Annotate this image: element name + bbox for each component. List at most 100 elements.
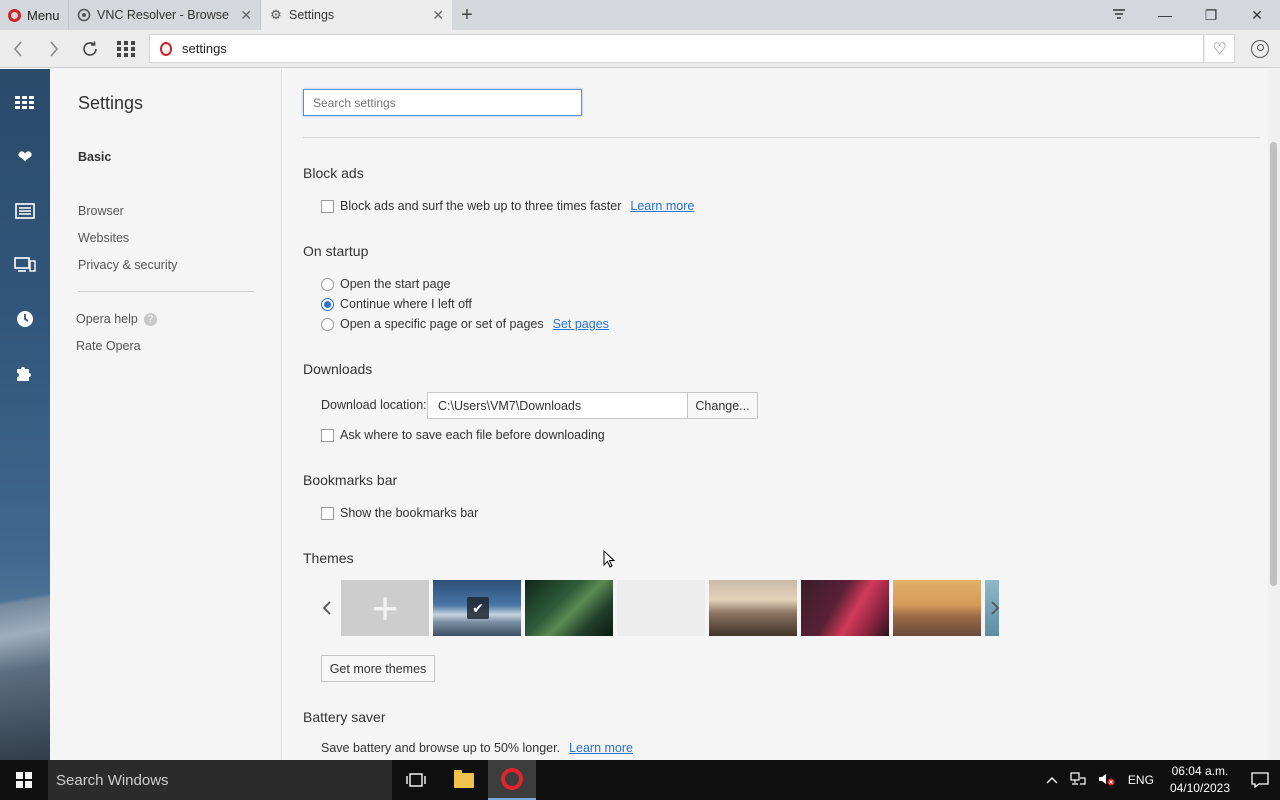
startup-option-row: Open a specific page or set of pages Set… [321,317,609,331]
theme-thumbnail-mountain-blue[interactable]: ✔ [433,580,521,636]
show-bookmarks-bar-label: Show the bookmarks bar [340,506,479,520]
tab-bar: Menu VNC Resolver - Browse ✕ ⚙ Settings … [0,0,1280,30]
reload-button[interactable] [72,30,108,68]
theme-thumbnail-red-abstract[interactable] [801,580,889,636]
battery-saver-row: Save battery and browse up to 50% longer… [321,741,633,755]
history-clock-icon[interactable] [13,307,37,331]
bookmark-heart-icon[interactable]: ♡ [1205,34,1235,63]
profile-button[interactable] [1246,34,1274,63]
themes-prev-chevron-icon[interactable] [317,580,337,636]
devices-icon[interactable] [13,253,37,277]
opera-menu-button[interactable]: Menu [0,0,68,30]
restore-button[interactable]: ❐ [1188,0,1234,30]
opera-taskbar-icon[interactable] [488,760,536,800]
system-tray: ENG 06:04 a.m. 04/10/2023 [1040,760,1280,800]
tab-title: VNC Resolver - Browse [97,8,229,22]
mouse-cursor-icon [603,550,615,568]
url-text: settings [182,41,227,56]
new-tab-button[interactable]: + [452,0,482,30]
heart-icon[interactable]: ❤ [13,145,37,169]
taskbar-search-text: Search Windows [56,771,169,789]
show-bookmarks-bar-checkbox[interactable] [321,506,334,520]
download-location-field[interactable]: C:\Users\VM7\Downloads [427,392,688,419]
minimize-button[interactable]: — [1142,0,1188,30]
clock-date: 04/10/2023 [1169,781,1230,795]
tray-chevron-up-icon[interactable] [1040,773,1064,787]
battery-learn-more-link[interactable]: Learn more [569,741,633,755]
settings-main: Block ads Block ads and surf the web up … [283,69,1268,760]
windows-taskbar: Search Windows ENG 06:04 a.m. 04/10/2023 [0,760,1280,800]
nav-item-privacy-security[interactable]: Privacy & security [78,258,177,272]
settings-title: Settings [78,93,144,113]
theme-add-custom[interactable]: + [341,580,429,636]
opera-sidebar: ❤ [0,69,50,760]
volume-muted-icon[interactable] [1092,772,1122,789]
ask-where-to-save-checkbox[interactable] [321,428,334,442]
plus-icon: + [371,582,399,634]
block-ads-learn-more-link[interactable]: Learn more [630,199,694,213]
taskbar-clock[interactable]: 06:04 a.m. 04/10/2023 [1160,763,1240,797]
block-ads-label: Block ads and surf the web up to three t… [340,199,622,213]
taskbar-search-box[interactable]: Search Windows [48,760,392,800]
change-download-location-button[interactable]: Change... [687,392,758,419]
startup-option-row: Open the start page [321,277,451,291]
file-explorer-icon[interactable] [440,760,488,800]
extensions-puzzle-icon[interactable] [13,361,37,385]
tab-close-icon[interactable]: ✕ [240,7,252,24]
close-window-button[interactable]: ✕ [1234,0,1280,30]
network-icon[interactable] [1064,771,1092,789]
startup-option-label: Open a specific page or set of pages [340,317,544,331]
news-icon[interactable] [13,199,37,223]
speed-dial-grid-icon[interactable] [108,30,144,68]
theme-thumbnail-desert[interactable] [893,580,981,636]
language-indicator[interactable]: ENG [1122,773,1160,787]
help-question-icon: ? [143,313,157,327]
address-bar: settings ♡ [0,30,1280,68]
nav-item-opera-help[interactable]: Opera help? [76,312,157,327]
forward-button[interactable] [36,30,72,68]
tab-menu-icon[interactable] [1096,0,1142,30]
settings-nav: Settings Basic Browser Websites Privacy … [50,69,282,760]
downloads-title: Downloads [303,361,373,377]
startup-option-row: Continue where I left off [321,297,472,311]
url-field[interactable]: settings [149,34,1204,63]
scrollbar-thumb[interactable] [1270,142,1277,586]
speed-dial-icon[interactable] [13,91,37,115]
themes-next-chevron-icon[interactable] [985,580,1005,636]
nav-item-rate-opera[interactable]: Rate Opera [76,339,141,353]
vertical-scrollbar[interactable] [1268,69,1280,760]
windows-start-button[interactable] [0,760,48,800]
vnc-favicon-icon [77,8,91,22]
windows-logo-icon [16,772,32,788]
get-more-themes-button[interactable]: Get more themes [321,655,435,682]
startup-radio-start-page[interactable] [321,277,334,291]
nav-item-basic[interactable]: Basic [78,150,111,164]
tab-settings[interactable]: ⚙ Settings ✕ [260,0,452,30]
startup-option-label: Open the start page [340,277,451,291]
block-ads-title: Block ads [303,165,364,181]
menu-label: Menu [27,7,60,23]
theme-thumbnail-leaf[interactable] [525,580,613,636]
theme-thumbnail-cliffs[interactable] [709,580,797,636]
set-pages-link[interactable]: Set pages [553,317,609,331]
opera-logo-icon [160,41,172,56]
startup-radio-specific-pages[interactable] [321,317,334,331]
search-settings-input[interactable] [303,89,582,116]
block-ads-checkbox[interactable] [321,199,334,213]
task-view-icon[interactable] [392,760,440,800]
back-button[interactable] [0,30,36,68]
theme-thumbnail-light[interactable] [617,580,705,636]
nav-item-browser[interactable]: Browser [78,204,124,218]
notification-center-icon[interactable] [1240,772,1280,788]
opera-logo-icon [8,8,21,22]
tab-vnc-resolver[interactable]: VNC Resolver - Browse ✕ [68,0,260,30]
profile-icon [1251,39,1269,58]
on-startup-title: On startup [303,243,369,259]
ask-download-row: Ask where to save each file before downl… [321,428,605,442]
battery-saver-text: Save battery and browse up to 50% longer… [321,741,561,755]
startup-radio-continue[interactable] [321,297,334,311]
themes-carousel: + ✔ [321,580,1001,636]
bookmarks-bar-title: Bookmarks bar [303,472,398,488]
nav-item-websites[interactable]: Websites [78,231,129,245]
tab-close-icon[interactable]: ✕ [432,7,444,24]
